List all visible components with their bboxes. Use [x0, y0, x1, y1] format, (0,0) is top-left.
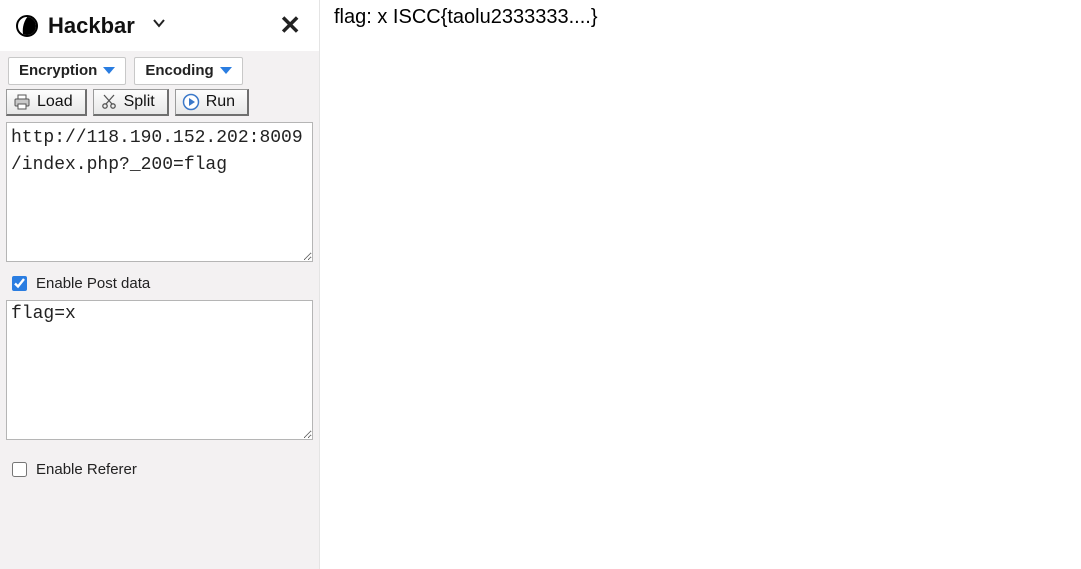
content-panel: flag: x ISCC{taolu2333333....} [320, 0, 1081, 569]
enable-post-label[interactable]: Enable Post data [36, 275, 150, 292]
encryption-dropdown[interactable]: Encryption [8, 57, 126, 85]
dropdown-row: Encryption Encoding [0, 51, 319, 89]
chevron-down-icon [151, 15, 167, 36]
split-label: Split [124, 93, 155, 111]
enable-post-row: Enable Post data [0, 267, 319, 300]
close-icon: ✕ [279, 10, 301, 40]
load-label: Load [37, 93, 73, 111]
enable-referer-row: Enable Referer [0, 453, 319, 486]
url-textarea-wrap [0, 122, 319, 267]
post-textarea[interactable] [6, 300, 313, 440]
action-row: Load Split [0, 89, 319, 122]
post-textarea-wrap [0, 300, 319, 445]
encoding-label: Encoding [145, 62, 213, 79]
dropdown-arrow-icon [103, 67, 115, 74]
encoding-dropdown[interactable]: Encoding [134, 57, 242, 85]
hackbar-title-group[interactable]: Hackbar [16, 13, 167, 39]
encryption-label: Encryption [19, 62, 97, 79]
enable-referer-label[interactable]: Enable Referer [36, 461, 137, 478]
run-label: Run [206, 93, 235, 111]
load-button[interactable]: Load [6, 89, 87, 116]
play-icon [182, 93, 200, 111]
run-button[interactable]: Run [175, 89, 249, 116]
flag-output: flag: x ISCC{taolu2333333....} [334, 6, 1067, 29]
split-button[interactable]: Split [93, 89, 169, 116]
scissors-icon [100, 93, 118, 111]
hackbar-logo-icon [16, 15, 38, 37]
hackbar-header: Hackbar ✕ [0, 0, 319, 51]
dropdown-arrow-icon [220, 67, 232, 74]
enable-post-checkbox[interactable] [12, 276, 27, 291]
sidebar-panel: Hackbar ✕ Encryption Encoding [0, 0, 320, 569]
close-button[interactable]: ✕ [275, 10, 305, 41]
printer-icon [13, 93, 31, 111]
hackbar-title: Hackbar [48, 13, 135, 39]
enable-referer-checkbox[interactable] [12, 462, 27, 477]
app-root: Hackbar ✕ Encryption Encoding [0, 0, 1081, 569]
url-textarea[interactable] [6, 122, 313, 262]
